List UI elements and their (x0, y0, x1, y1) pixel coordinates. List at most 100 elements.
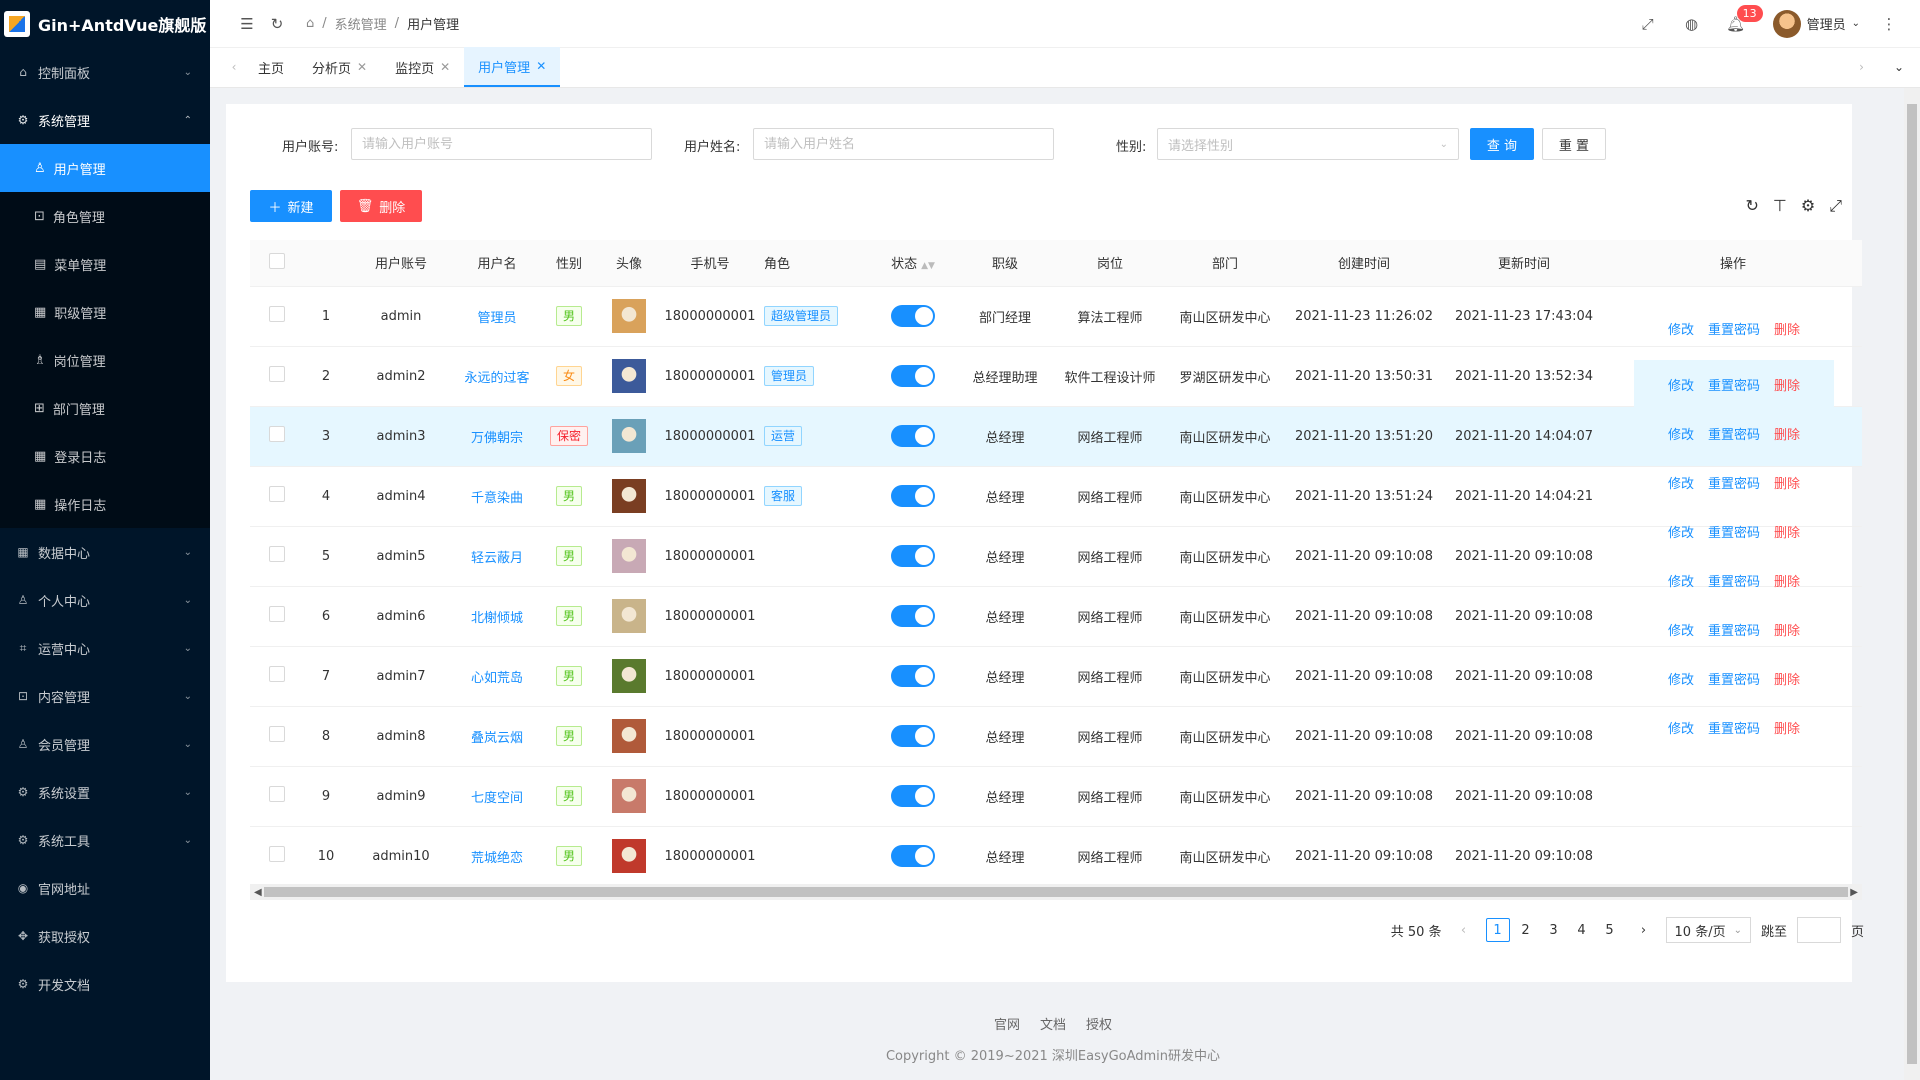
delete-link[interactable]: 删除 (1774, 620, 1800, 639)
horizontal-scrollbar[interactable]: ◀ ▶ (250, 884, 1862, 900)
reset-button[interactable]: 重 置 (1542, 128, 1606, 160)
status-switch[interactable] (891, 365, 935, 387)
page-number[interactable]: 3 (1542, 918, 1566, 942)
scroll-left-icon[interactable]: ◀ (254, 887, 262, 898)
avatar-thumb[interactable] (612, 659, 646, 693)
avatar-thumb[interactable] (612, 719, 646, 753)
edit-link[interactable]: 修改 (1668, 669, 1694, 688)
col-status[interactable]: 状态 ▲▼ (870, 240, 956, 287)
fullscreen-icon[interactable]: ⤢ (1633, 15, 1663, 33)
reset-password-link[interactable]: 重置密码 (1708, 718, 1760, 737)
edit-link[interactable]: 修改 (1668, 571, 1694, 590)
sidebar-subitem[interactable]: ▦ 职级管理 (0, 288, 210, 336)
menu-fold-icon[interactable]: ☰ (232, 15, 262, 33)
density-icon[interactable]: ⊤ (1773, 196, 1787, 216)
breadcrumb-item[interactable]: 系统管理 (335, 14, 387, 33)
row-checkbox[interactable] (269, 606, 285, 622)
delete-link[interactable]: 删除 (1774, 319, 1800, 338)
avatar-thumb[interactable] (612, 479, 646, 513)
reset-password-link[interactable]: 重置密码 (1708, 522, 1760, 541)
avatar-thumb[interactable] (612, 599, 646, 633)
refresh-icon[interactable]: ↻ (262, 15, 292, 33)
row-checkbox[interactable] (269, 486, 285, 502)
table-row[interactable]: 5 admin5 轻云蔽月 男 18000000001 总经理 网络工程师 南山… (250, 526, 1862, 587)
sidebar-item[interactable]: ⚙ 系统工具 ⌄ (0, 816, 210, 864)
row-checkbox[interactable] (269, 306, 285, 322)
user-name-link[interactable]: 荒城绝恋 (471, 851, 523, 866)
account-input[interactable] (351, 128, 652, 160)
table-row[interactable]: 8 admin8 叠岚云烟 男 18000000001 总经理 网络工程师 南山… (250, 706, 1862, 767)
delete-link[interactable]: 删除 (1774, 375, 1800, 394)
edit-link[interactable]: 修改 (1668, 522, 1694, 541)
sidebar-item[interactable]: ⚙ 系统设置 ⌄ (0, 768, 210, 816)
page-number[interactable]: 5 (1598, 918, 1622, 942)
sidebar-subitem[interactable]: ▦ 登录日志 (0, 432, 210, 480)
row-checkbox[interactable] (269, 366, 285, 382)
sidebar-subitem[interactable]: ▦ 操作日志 (0, 480, 210, 528)
sidebar-item[interactable]: ✥ 获取授权 (0, 912, 210, 960)
reset-password-link[interactable]: 重置密码 (1708, 571, 1760, 590)
sidebar-subitem[interactable]: ♗ 岗位管理 (0, 336, 210, 384)
scroll-right-icon[interactable]: ▶ (1850, 887, 1858, 898)
status-switch[interactable] (891, 845, 935, 867)
user-name-link[interactable]: 七度空间 (471, 791, 523, 806)
select-all-checkbox[interactable] (269, 252, 285, 269)
reset-password-link[interactable]: 重置密码 (1708, 620, 1760, 639)
status-switch[interactable] (891, 485, 935, 507)
table-row[interactable]: 6 admin6 北榭倾城 男 18000000001 总经理 网络工程师 南山… (250, 586, 1862, 647)
sidebar-item[interactable]: ◉ 官网地址 (0, 864, 210, 912)
sidebar-subitem[interactable]: ♙ 用户管理 (0, 144, 210, 192)
table-row[interactable]: 2 admin2 永远的过客 女 18000000001 管理员 总经理助理 软… (250, 346, 1862, 407)
globe-icon[interactable]: ◍ (1677, 15, 1707, 33)
page-number[interactable]: 1 (1485, 918, 1510, 942)
row-checkbox[interactable] (269, 546, 285, 562)
bell-icon[interactable]: 🔔︎ 13 (1721, 4, 1763, 33)
delete-link[interactable]: 删除 (1774, 522, 1800, 541)
table-row[interactable]: 9 admin9 七度空间 男 18000000001 总经理 网络工程师 南山… (250, 766, 1862, 827)
row-checkbox[interactable] (269, 426, 285, 442)
table-row[interactable]: 3 admin3 万佛朝宗 保密 18000000001 运营 总经理 网络工程… (250, 406, 1862, 467)
sidebar-item[interactable]: ⚙ 开发文档 (0, 960, 210, 1008)
avatar-thumb[interactable] (612, 539, 646, 573)
user-name-link[interactable]: 千意染曲 (471, 491, 523, 506)
table-row[interactable]: 4 admin4 千意染曲 男 18000000001 客服 总经理 网络工程师… (250, 466, 1862, 527)
sidebar-item[interactable]: ⚙ 系统管理 ⌃ (0, 96, 210, 144)
reset-password-link[interactable]: 重置密码 (1708, 319, 1760, 338)
row-checkbox[interactable] (269, 726, 285, 742)
user-name-link[interactable]: 万佛朝宗 (471, 431, 523, 446)
edit-link[interactable]: 修改 (1668, 620, 1694, 639)
status-switch[interactable] (891, 425, 935, 447)
fullscreen-icon[interactable]: ⤢ (1829, 196, 1842, 216)
row-checkbox[interactable] (269, 666, 285, 682)
avatar-thumb[interactable] (612, 419, 646, 453)
name-input[interactable] (753, 128, 1054, 160)
edit-link[interactable]: 修改 (1668, 375, 1694, 394)
sidebar-item[interactable]: ▦ 数据中心 ⌄ (0, 528, 210, 576)
tab[interactable]: 用户管理 ✕ (464, 47, 561, 87)
avatar-thumb[interactable] (612, 299, 646, 333)
tab[interactable]: 监控页 ✕ (381, 47, 464, 87)
status-switch[interactable] (891, 665, 935, 687)
avatar-thumb[interactable] (612, 359, 646, 393)
footer-link[interactable]: 官网 (994, 1014, 1020, 1033)
reset-password-link[interactable]: 重置密码 (1708, 473, 1760, 492)
prev-page-icon[interactable]: ‹ (1452, 918, 1476, 942)
close-icon[interactable]: ✕ (440, 60, 450, 74)
row-checkbox[interactable] (269, 786, 285, 802)
sidebar-item[interactable]: ⌗ 运营中心 ⌄ (0, 624, 210, 672)
edit-link[interactable]: 修改 (1668, 319, 1694, 338)
user-name-link[interactable]: 心如荒岛 (471, 671, 523, 686)
delete-link[interactable]: 删除 (1774, 473, 1800, 492)
sidebar-item[interactable]: ⌂ 控制面板 ⌄ (0, 48, 210, 96)
jump-input[interactable] (1796, 917, 1841, 943)
tab-menu-icon[interactable]: ⌄ (1894, 60, 1904, 74)
row-checkbox[interactable] (269, 846, 285, 862)
delete-link[interactable]: 删除 (1774, 424, 1800, 443)
table-row[interactable]: 1 admin 管理员 男 18000000001 超级管理员 部门经理 算法工… (250, 286, 1862, 347)
edit-link[interactable]: 修改 (1668, 424, 1694, 443)
table-row[interactable]: 10 admin10 荒城绝恋 男 18000000001 总经理 网络工程师 … (250, 826, 1862, 887)
delete-link[interactable]: 删除 (1774, 718, 1800, 737)
add-button[interactable]: ＋新建 (250, 190, 332, 222)
reset-password-link[interactable]: 重置密码 (1708, 375, 1760, 394)
footer-link[interactable]: 授权 (1086, 1014, 1112, 1033)
